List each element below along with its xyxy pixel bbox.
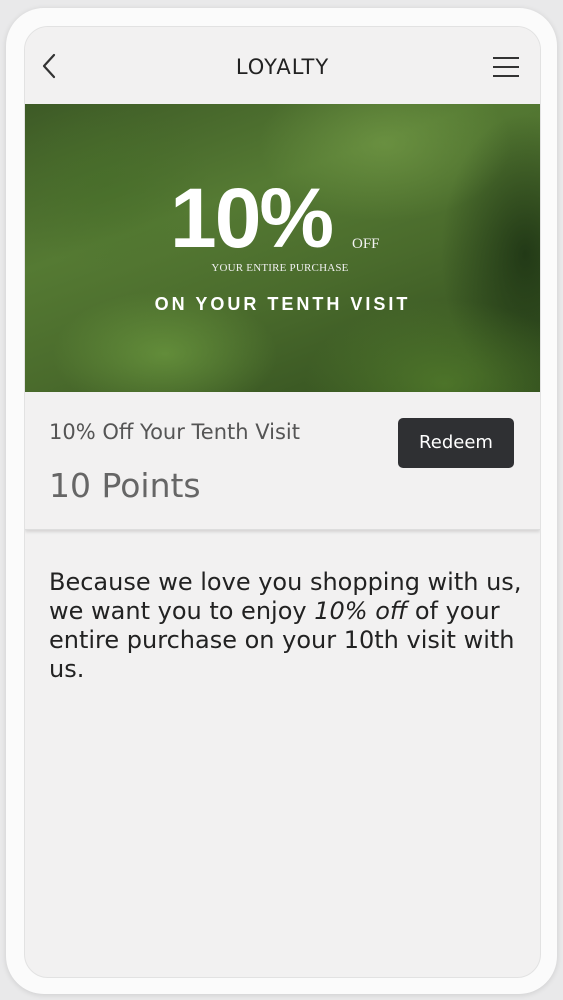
hero-visit-text: ON YOUR TENTH VISIT xyxy=(154,294,411,314)
menu-button[interactable] xyxy=(493,57,521,79)
app-screen: LOYALTY 10% OFF YOUR ENTIRE PURCHASE ON … xyxy=(24,26,541,978)
redeem-button[interactable]: Redeem xyxy=(398,418,514,468)
reward-points: 10 Points xyxy=(49,466,201,505)
hero-subtitle: YOUR ENTIRE PURCHASE xyxy=(211,262,349,274)
reward-description: Because we love you shopping with us, we… xyxy=(49,568,529,684)
hamburger-menu-icon xyxy=(493,57,519,59)
app-header: LOYALTY xyxy=(25,27,540,104)
phone-frame: LOYALTY 10% OFF YOUR ENTIRE PURCHASE ON … xyxy=(6,8,557,994)
reward-card: 10% Off Your Tenth Visit 10 Points Redee… xyxy=(25,392,540,530)
hero-percent-text: 10% xyxy=(170,171,334,265)
page-title: LOYALTY xyxy=(235,55,330,79)
description-emphasis: 10% off xyxy=(314,597,408,625)
hero-off-text: OFF xyxy=(352,236,380,252)
hero-banner-image: 10% OFF YOUR ENTIRE PURCHASE ON YOUR TEN… xyxy=(25,104,540,392)
reward-title: 10% Off Your Tenth Visit xyxy=(49,420,300,444)
